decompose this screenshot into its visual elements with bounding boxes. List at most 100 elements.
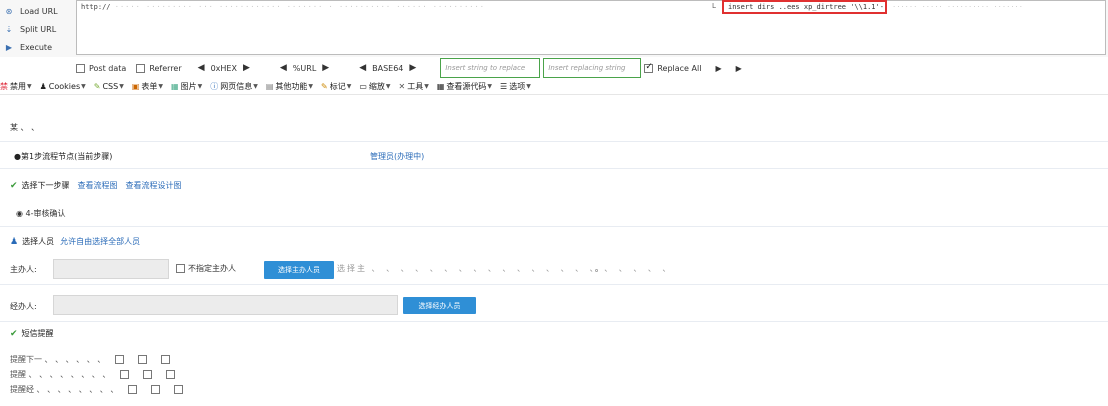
load-url-button[interactable]: ⊛ Load URL [4,2,70,20]
remind-title: 短信提醒 [21,329,54,338]
co-handler-label: 经办人: [10,302,37,311]
remind-checkbox[interactable] [174,385,184,394]
toolbar-misc[interactable]: ▤ 其他功能 ▼ [266,81,313,92]
remind-checkbox[interactable] [138,355,148,364]
current-handler: 管理员(办理中) [370,152,425,161]
disable-icon: 禁 [0,82,8,91]
chevron-down-icon: ▼ [424,83,429,90]
toolbar-page-info[interactable]: ⓘ 网页信息 ▼ [210,81,258,92]
view-flowchart-link[interactable]: 查看流程图 [78,180,118,191]
replace-all-label: Replace All [657,63,702,73]
split-url-label: Split URL [20,24,57,34]
replace-string-input[interactable]: Insert string to replace [440,58,541,78]
toolbar-images[interactable]: ▦ 图片 ▼ [171,81,202,92]
remind-row-text: 提醒下一 、 、 、 、 、 、 [10,355,106,364]
host-label: 主办人: [10,265,37,274]
toolbar-resize[interactable]: ▭ 缩放 ▼ [359,81,390,92]
chevron-down-icon: ▼ [526,83,531,90]
encoding-base64-label: BASE64 [372,63,404,73]
hackbar-actions: ⊛ Load URL ⇣ Split URL ▶ Execute [4,2,70,56]
toolbar-css[interactable]: ✎ CSS ▼ [94,82,124,91]
toolbar-disable[interactable]: 禁禁用 ▼ [0,81,32,92]
view-design-link[interactable]: 查看流程设计图 [126,180,182,191]
co-handler-input[interactable] [53,295,398,315]
divider [0,226,1108,227]
referrer-option[interactable]: Referrer [136,63,182,73]
arrow-left-icon[interactable]: ◀ [359,63,366,73]
execute-icon: ▶ [5,42,13,52]
remind-row: 提醒 、 、 、 、 、 、 、 、 [10,369,179,380]
toolbar-label: 图片 [180,82,197,91]
toolbar-label: 标记 [329,82,346,91]
execute-label: Execute [20,42,52,52]
post-data-checkbox[interactable] [76,63,85,73]
remind-row-text: 提醒经 、 、 、 、 、 、 、 、 [10,385,119,394]
toolbar-label: 查看源代码 [446,82,487,91]
divider [0,321,1108,322]
load-icon: ⊛ [5,6,13,16]
sms-remind-section: ✔ 短信提醒 [10,328,54,339]
encoding-hex[interactable]: ◀ 0xHEX ▶ [192,63,256,73]
chevron-down-icon: ▼ [308,83,314,90]
referrer-label: Referrer [149,63,182,73]
chevron-down-icon: ▼ [27,83,32,90]
remind-checkbox[interactable] [151,385,161,394]
remind-row-text: 提醒 、 、 、 、 、 、 、 、 [10,370,111,379]
toolbar-label: 表单 [141,82,158,91]
arrow-right-icon[interactable]: ▶ [736,64,742,73]
cookies-icon: ♟ [39,82,47,91]
select-host-button[interactable]: 选择主办人员 [264,261,334,279]
url-prefix: http:// [81,3,111,11]
toolbar-cookies[interactable]: ♟ Cookies ▼ [40,82,86,91]
remind-checkbox[interactable] [143,370,153,379]
url-tail-blurred: ······ ····· ·········· ······· [893,3,1024,11]
chevron-down-icon: ▼ [253,83,258,90]
arrow-left-icon[interactable]: ◀ [198,63,205,73]
check-icon: ✔ [10,180,18,191]
remind-checkbox[interactable] [128,385,138,394]
hackbar-panel: ⊛ Load URL ⇣ Split URL ▶ Execute http://… [0,0,1108,57]
encoding-hex-label: 0xHEX [210,63,237,73]
url-highlighted-payload: insert dirs ..ees xp_dirtree '\\1.1'--+ [722,0,887,14]
host-input[interactable] [53,259,169,279]
step-radio-confirm[interactable]: ◉ 4-审核确认 [16,208,66,219]
arrow-right-icon[interactable]: ▶ [243,63,250,73]
toolbar-forms[interactable]: ▣ 表单 ▼ [132,81,163,92]
execute-button[interactable]: ▶ Execute [4,38,70,56]
split-url-button[interactable]: ⇣ Split URL [4,20,70,38]
url-highlight-lead: L [712,2,716,10]
chevron-down-icon: ▼ [385,83,391,90]
toolbar-tools[interactable]: ✕ 工具 ▼ [399,81,429,92]
encoding-base64[interactable]: ◀ BASE64 ▶ [353,63,422,73]
replace-all-checkbox[interactable] [644,62,654,73]
free-select-link[interactable]: 允许自由选择全部人员 [60,236,140,247]
host-hint-blurred: 选择主 、 、 、 、 、 、 、 、 、 、 、 、 、 、 、 、 、 、 … [337,264,673,273]
toolbar-options[interactable]: ☰ 选项 ▼ [500,81,531,92]
toolbar-label: Cookies [48,82,81,91]
host-hint-suffix: 。 [595,264,603,273]
toolbar-label: 禁用 [10,82,26,91]
remind-checkbox[interactable] [120,370,130,379]
arrow-right-icon[interactable]: ▶ [322,63,329,73]
select-co-handler-button[interactable]: 选择经办人员 [403,297,476,314]
toolbar-view-source[interactable]: ▦ 查看源代码 ▼ [437,81,492,92]
post-data-option[interactable]: Post data [76,63,126,73]
chevron-down-icon: ▼ [81,83,86,90]
no-host-checkbox[interactable] [176,264,185,273]
remind-checkbox[interactable] [115,355,125,364]
remind-checkbox[interactable] [166,370,176,379]
encoding-url[interactable]: ◀ %URL ▶ [274,63,335,73]
user-icon: ♟ [10,236,19,247]
referrer-checkbox[interactable] [136,63,146,73]
arrow-left-icon[interactable]: ◀ [280,63,287,73]
arrow-right-icon[interactable]: ▶ [409,63,416,73]
arrow-right-icon[interactable]: ▶ [715,64,721,73]
load-url-label: Load URL [20,6,58,16]
toolbar-label: 缩放 [368,82,385,91]
current-step-info: ●第1步流程节点(当前步骤) [14,152,113,161]
form-top-text: 某 、 、 [10,123,40,132]
remind-checkbox[interactable] [161,355,171,364]
replacing-string-input[interactable]: Insert replacing string [543,58,642,78]
toolbar-outline[interactable]: ✎ 标记 ▼ [321,81,351,92]
replace-all-option[interactable]: Replace All [644,62,702,73]
